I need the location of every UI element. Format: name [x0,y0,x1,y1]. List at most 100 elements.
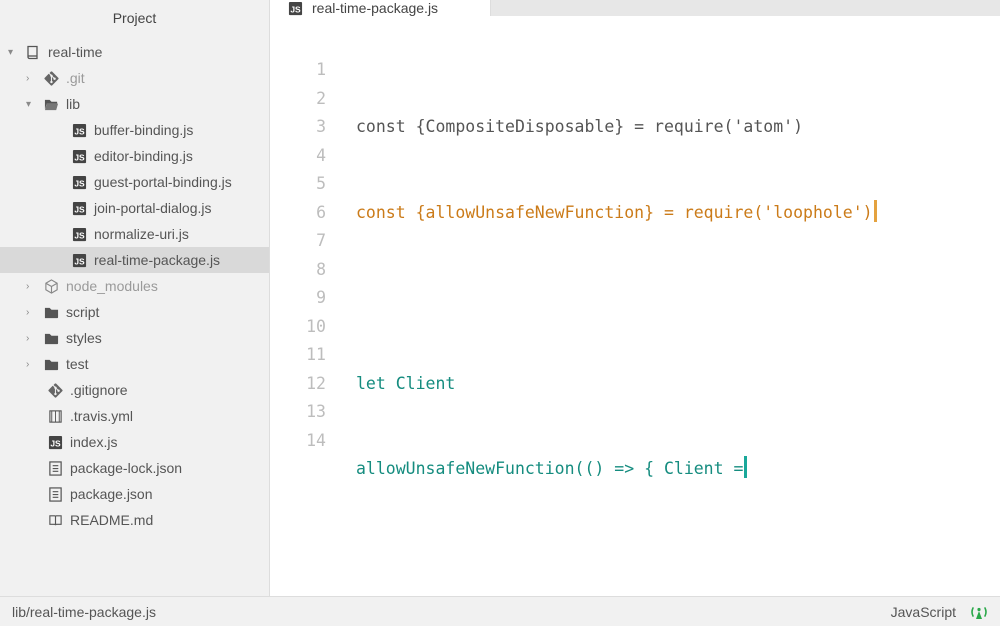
chevron-right-icon: › [26,73,40,84]
status-bar: lib/real-time-package.js JavaScript [0,596,1000,626]
package-icon [42,279,60,294]
svg-text:JS: JS [290,4,301,14]
tree-item[interactable]: .gitignore [0,377,269,403]
js-icon: JS [46,435,64,450]
project-sidebar: Project ▾ real-time › .git ▾ lib JS buffer-bi… [0,0,270,596]
line-number[interactable]: 12 [270,370,326,399]
teletype-antenna-icon[interactable] [970,603,988,621]
tree-item-label: buffer-binding.js [94,122,193,138]
svg-text:JS: JS [74,204,85,214]
chevron-down-icon: ▾ [26,99,40,110]
tree-item-label: test [66,356,89,372]
tree-item[interactable]: JS real-time-package.js [0,247,269,273]
tree-item[interactable]: package.json [0,481,269,507]
tree-item-label: normalize-uri.js [94,226,189,242]
repo-icon [24,44,42,60]
line-number[interactable]: 6 [270,199,326,228]
travis-icon [46,409,64,424]
svg-text:JS: JS [50,438,61,448]
remote-cursor-orange [874,200,877,222]
js-icon: JS [70,201,88,216]
tree-item-label: .gitignore [70,382,128,398]
line-number[interactable]: 9 [270,284,326,313]
tree-item[interactable]: JS editor-binding.js [0,143,269,169]
svg-text:JS: JS [74,230,85,240]
line-number[interactable]: 3 [270,113,326,142]
tree-item[interactable]: JS index.js [0,429,269,455]
chevron-right-icon: › [26,333,40,344]
tree-item[interactable]: › script [0,299,269,325]
tree-root-item[interactable]: ▾ real-time [0,39,269,65]
chevron-right-icon: › [26,307,40,318]
tree-item[interactable]: JS buffer-binding.js [0,117,269,143]
line-number[interactable]: 13 [270,398,326,427]
tree-item[interactable]: › .git [0,65,269,91]
svg-text:JS: JS [74,178,85,188]
line-number[interactable]: 7 [270,227,326,256]
tree-item[interactable]: README.md [0,507,269,533]
tree-item[interactable]: ▾ lib [0,91,269,117]
status-language[interactable]: JavaScript [891,604,956,620]
folder-icon [42,357,60,372]
chevron-down-icon: ▾ [8,47,22,58]
tree-item-label: index.js [70,434,117,450]
tree-item-label: guest-portal-binding.js [94,174,232,190]
readme-icon [46,513,64,528]
line-number[interactable]: 10 [270,313,326,342]
folder-open-icon [42,97,60,112]
tree-item-label: package.json [70,486,153,502]
tab-active[interactable]: JS real-time-package.js [270,0,491,16]
js-icon: JS [70,175,88,190]
remote-cursor-green [744,456,747,478]
git-icon [42,71,60,86]
sidebar-title: Project [0,0,269,35]
tree-item[interactable]: package-lock.json [0,455,269,481]
js-icon: JS [70,227,88,242]
line-number[interactable]: 2 [270,85,326,114]
svg-text:JS: JS [74,256,85,266]
tab-bar: JS real-time-package.js [270,0,1000,16]
js-file-icon: JS [288,1,304,16]
line-number[interactable]: 8 [270,256,326,285]
tab-label: real-time-package.js [312,0,438,16]
json-icon [46,487,64,502]
git-icon [46,383,64,398]
folder-icon [42,331,60,346]
svg-text:JS: JS [74,152,85,162]
line-number[interactable]: 5 [270,170,326,199]
tree-item-label: editor-binding.js [94,148,193,164]
status-file-path[interactable]: lib/real-time-package.js [12,604,156,620]
line-number[interactable]: 11 [270,341,326,370]
js-icon: JS [70,123,88,138]
line-number[interactable]: 14 [270,427,326,456]
js-icon: JS [70,149,88,164]
text-editor[interactable]: 1234567891011121314 const {CompositeDisp… [270,16,1000,596]
line-number-gutter: 1234567891011121314 [270,56,356,596]
tree-item[interactable]: ›node_modules [0,273,269,299]
tree-item-label: lib [66,96,80,112]
tree-item-label: node_modules [66,278,158,294]
tree-item-label: .git [66,70,85,86]
tree-item[interactable]: JS join-portal-dialog.js [0,195,269,221]
tree-item-label: package-lock.json [70,460,182,476]
tree-item[interactable]: JS guest-portal-binding.js [0,169,269,195]
line-number[interactable]: 1 [270,56,326,85]
tree-item-label: .travis.yml [70,408,133,424]
tree-item-label: join-portal-dialog.js [94,200,212,216]
tree-item[interactable]: ›styles [0,325,269,351]
tree-item-label: README.md [70,512,153,528]
folder-icon [42,305,60,320]
svg-text:JS: JS [74,126,85,136]
code-content[interactable]: const {CompositeDisposable} = require('a… [356,56,1000,596]
tree-item-label: script [66,304,99,320]
line-number[interactable]: 4 [270,142,326,171]
editor-area: JS real-time-package.js 1234567891011121… [270,0,1000,596]
js-icon: JS [70,253,88,268]
tree-item-label: real-time [48,44,102,60]
json-icon [46,461,64,476]
chevron-right-icon: › [26,359,40,370]
tree-item-label: real-time-package.js [94,252,220,268]
tree-item[interactable]: JS normalize-uri.js [0,221,269,247]
tree-item[interactable]: › test [0,351,269,377]
tree-item[interactable]: .travis.yml [0,403,269,429]
